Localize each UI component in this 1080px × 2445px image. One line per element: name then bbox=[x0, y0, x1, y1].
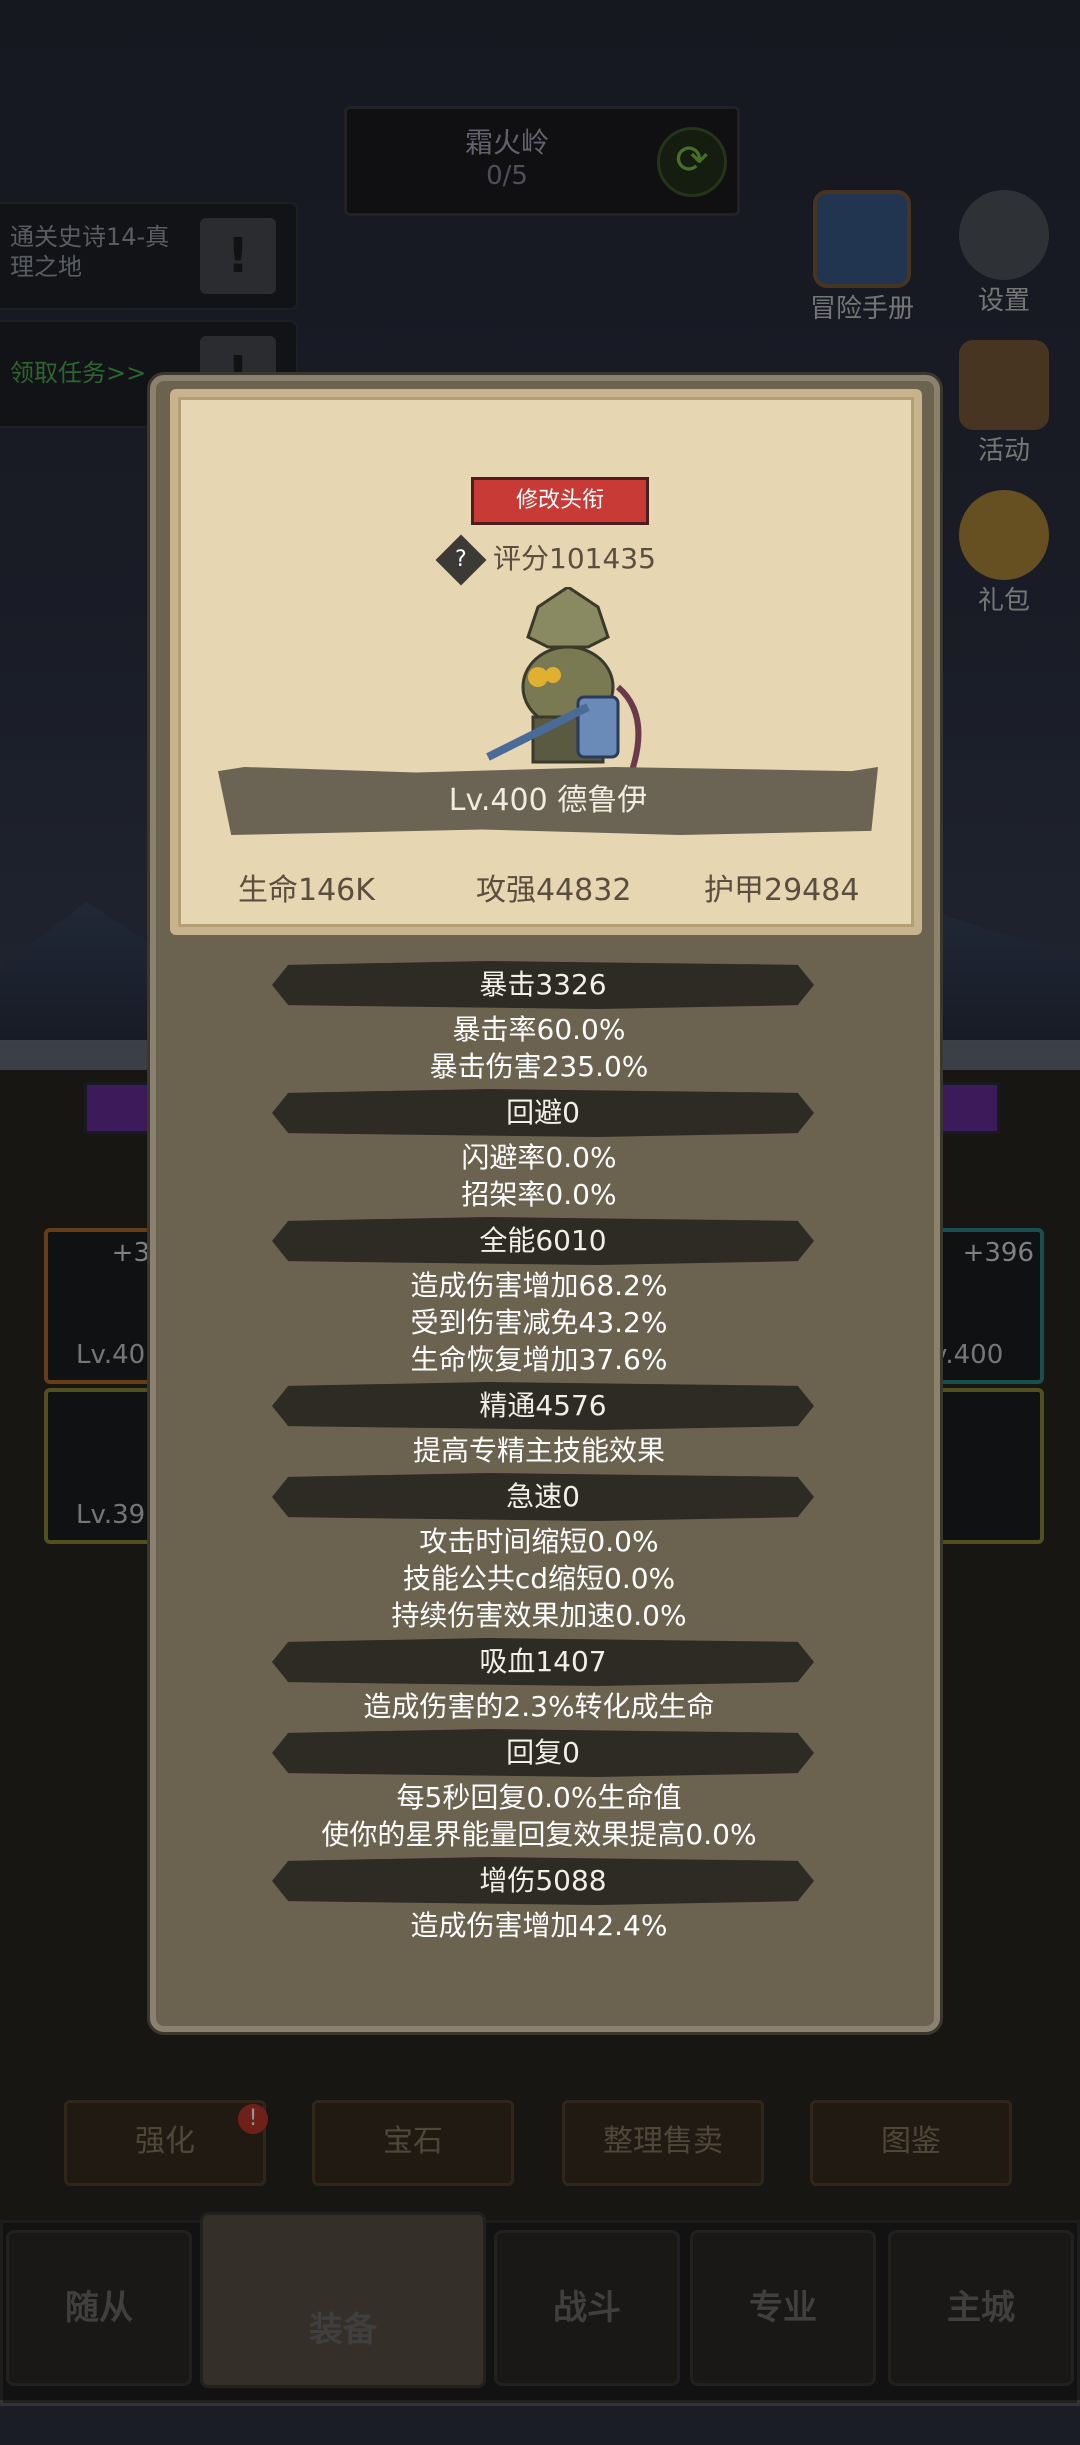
character-stats-modal: 修改头衔 ? 评分101435 Lv.400 德鲁伊 生命146K 攻强44832… bbox=[150, 375, 940, 2032]
attr-damage-bonus: 增伤5088 bbox=[272, 1857, 814, 1905]
attr-detail: 造成伤害增加68.2% bbox=[410, 1269, 668, 1302]
attr-detail: 造成伤害的2.3%转化成生命 bbox=[363, 1690, 715, 1723]
attr-crit: 暴击3326 bbox=[272, 961, 814, 1009]
attr-detail: 暴击伤害235.0% bbox=[429, 1050, 649, 1083]
attr-detail: 闪避率0.0% bbox=[461, 1141, 617, 1174]
change-title-button[interactable]: 修改头衔 bbox=[471, 477, 649, 525]
attr-detail: 受到伤害减免43.2% bbox=[410, 1306, 668, 1339]
attack-stat: 攻强44832 bbox=[476, 873, 632, 908]
attr-detail: 持续伤害效果加速0.0% bbox=[391, 1599, 687, 1632]
character-card: 修改头衔 ? 评分101435 Lv.400 德鲁伊 生命146K 攻强44832… bbox=[170, 389, 922, 935]
druid-character-avatar bbox=[486, 587, 642, 784]
attr-detail: 生命恢复增加37.6% bbox=[410, 1343, 668, 1376]
attr-detail: 招架率0.0% bbox=[461, 1178, 617, 1211]
score-text: 评分101435 bbox=[493, 542, 656, 575]
hp-stat: 生命146K bbox=[238, 873, 375, 908]
attr-detail: 暴击率60.0% bbox=[452, 1013, 626, 1046]
attr-detail: 使你的星界能量回复效果提高0.0% bbox=[321, 1818, 757, 1851]
help-icon[interactable]: ? bbox=[435, 534, 487, 586]
attr-detail: 攻击时间缩短0.0% bbox=[419, 1525, 659, 1558]
attr-regen: 回复0 bbox=[272, 1729, 814, 1777]
attr-mastery: 精通4576 bbox=[272, 1382, 814, 1430]
attr-haste: 急速0 bbox=[272, 1473, 814, 1521]
attr-detail: 造成伤害增加42.4% bbox=[410, 1909, 668, 1942]
score-display: ? 评分101435 bbox=[435, 534, 703, 586]
attr-detail: 技能公共cd缩短0.0% bbox=[402, 1562, 676, 1595]
attr-versatility: 全能6010 bbox=[272, 1217, 814, 1265]
attr-leech: 吸血1407 bbox=[272, 1638, 814, 1686]
attr-detail: 提高专精主技能效果 bbox=[412, 1434, 665, 1467]
armor-stat: 护甲29484 bbox=[704, 873, 860, 908]
attr-avoidance: 回避0 bbox=[272, 1089, 814, 1137]
attr-detail: 每5秒回复0.0%生命值 bbox=[396, 1781, 682, 1814]
character-name: Lv.400 德鲁伊 bbox=[218, 767, 878, 835]
